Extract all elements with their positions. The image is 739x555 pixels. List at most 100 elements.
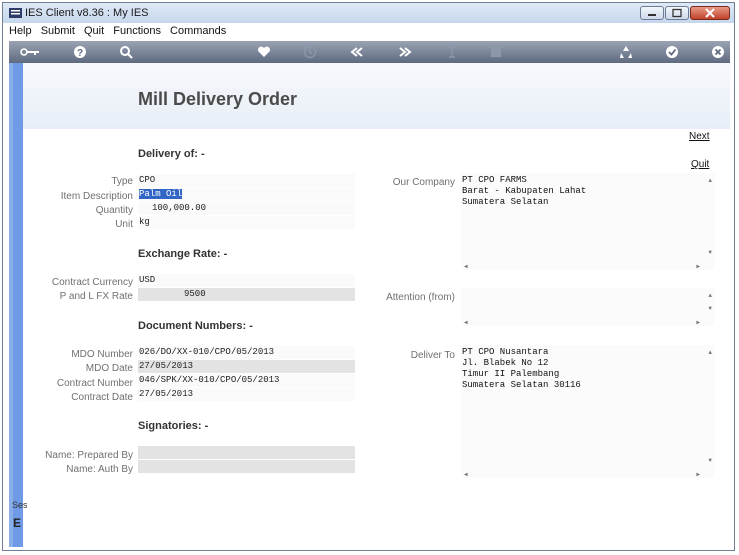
mdo-number-label: MDO Number — [71, 349, 133, 360]
quantity-label: Quantity — [95, 205, 133, 216]
deliver-line: Sumatera Selatan 30116 — [462, 380, 581, 390]
fast-forward-icon[interactable] — [397, 45, 413, 59]
mdo-number-value: 026/DO/XX-010/CPO/05/2013 — [139, 347, 275, 357]
item-description-label: Item Description — [60, 191, 133, 202]
mdo-date-value: 27/05/2013 — [139, 361, 194, 371]
scroll-down-icon[interactable]: ▼ — [708, 455, 712, 466]
deliver-to-label: Deliver To — [410, 350, 455, 361]
scroll-left-icon[interactable]: ◀ — [464, 469, 468, 480]
quantity-field[interactable]: 100,000.00 — [138, 202, 355, 215]
search-icon[interactable] — [119, 45, 133, 59]
fx-rate-field[interactable]: 9500 — [138, 288, 355, 301]
item-description-value: Palm Oil — [139, 189, 183, 199]
scroll-up-icon[interactable]: ▲ — [708, 347, 712, 358]
menu-quit[interactable]: Quit — [84, 23, 104, 37]
deliver-line: PT CPO Nusantara — [462, 347, 549, 357]
heart-icon[interactable] — [257, 45, 271, 59]
menu-help[interactable]: Help — [9, 23, 32, 37]
mdo-date-label: MDO Date — [85, 363, 133, 374]
company-hscroll[interactable]: ◀ ▶ — [461, 260, 703, 270]
toolbar: ? — [9, 41, 730, 63]
check-icon[interactable] — [665, 45, 679, 59]
deliver-hscroll[interactable]: ◀ ▶ — [461, 468, 703, 478]
menu-functions[interactable]: Functions — [113, 23, 161, 37]
section-document-numbers: Document Numbers: - — [138, 320, 253, 332]
scroll-down-icon[interactable]: ▼ — [708, 303, 712, 314]
scroll-right-icon[interactable]: ▶ — [696, 261, 700, 272]
attention-hscroll[interactable]: ◀ ▶ — [461, 316, 703, 326]
company-line: Barat - Kabupaten Lahat — [462, 186, 587, 196]
contract-date-value: 27/05/2013 — [139, 389, 194, 399]
attention-label: Attention (from) — [386, 292, 455, 303]
attention-textarea[interactable]: ▲ ▼ ◀ ▶ — [461, 288, 715, 326]
key-icon[interactable] — [19, 45, 41, 59]
contract-currency-value: USD — [139, 275, 156, 285]
deliver-line: Jl. Blabek No 12 — [462, 358, 549, 368]
maximize-icon — [672, 8, 682, 18]
stop-icon[interactable] — [489, 45, 503, 59]
our-company-textarea[interactable]: PT CPO FARMS Barat - Kabupaten Lahat Sum… — [461, 173, 715, 270]
help-icon[interactable]: ? — [73, 45, 87, 59]
recycle-icon[interactable] — [619, 45, 633, 59]
type-field[interactable]: CPO — [138, 174, 355, 187]
auth-by-field[interactable] — [138, 460, 355, 473]
unit-field[interactable]: kg — [138, 216, 355, 229]
prepared-by-field[interactable] — [138, 446, 355, 459]
quit-link[interactable]: Quit — [691, 159, 709, 170]
clock-icon[interactable] — [303, 45, 317, 59]
scroll-left-icon[interactable]: ◀ — [464, 261, 468, 272]
scroll-right-icon[interactable]: ▶ — [696, 317, 700, 328]
window-title: IES Client v8.36 : My IES — [25, 7, 149, 19]
scroll-down-icon[interactable]: ▼ — [708, 247, 712, 258]
contract-number-field[interactable]: 046/SPK/XX-010/CPO/05/2013 — [138, 374, 355, 387]
item-description-field[interactable]: Palm Oil — [138, 188, 355, 201]
menu-submit[interactable]: Submit — [41, 23, 75, 37]
maximize-button[interactable] — [665, 6, 689, 20]
company-line: PT CPO FARMS — [462, 175, 527, 185]
scroll-up-icon[interactable]: ▲ — [708, 175, 712, 186]
menu-commands[interactable]: Commands — [170, 23, 226, 37]
deliver-vscroll[interactable]: ▲ ▼ — [703, 345, 715, 468]
rewind-icon[interactable] — [349, 45, 365, 59]
menu-bar: Help Submit Quit Functions Commands — [3, 23, 734, 40]
text-cursor-icon[interactable] — [445, 45, 459, 59]
quantity-value: 100,000.00 — [152, 203, 207, 213]
deliver-line: Timur II Palembang — [462, 369, 560, 379]
type-value: CPO — [139, 175, 156, 185]
unit-label: Unit — [115, 219, 133, 230]
minimize-button[interactable] — [640, 6, 664, 20]
app-window: IES Client v8.36 : My IES Help Submit Qu… — [2, 2, 735, 551]
section-delivery: Delivery of: - — [138, 148, 205, 160]
title-bar: IES Client v8.36 : My IES — [3, 3, 734, 23]
prepared-by-label: Name: Prepared By — [45, 450, 133, 461]
company-vscroll[interactable]: ▲ ▼ — [703, 173, 715, 260]
contract-currency-label: Contract Currency — [51, 277, 133, 288]
page-title: Mill Delivery Order — [138, 89, 298, 109]
section-exchange-rate: Exchange Rate: - — [138, 248, 228, 260]
close-icon[interactable] — [711, 45, 725, 59]
form-content: Ses E Mill Delivery Order Next Quit Deli… — [9, 63, 730, 547]
unit-value: kg — [139, 217, 150, 227]
section-signatories: Signatories: - — [138, 420, 209, 432]
app-icon — [9, 8, 22, 18]
contract-date-label: Contract Date — [71, 392, 133, 403]
scroll-up-icon[interactable]: ▲ — [708, 290, 712, 301]
contract-currency-field[interactable]: USD — [138, 274, 355, 287]
contract-number-value: 046/SPK/XX-010/CPO/05/2013 — [139, 375, 280, 385]
contract-date-field[interactable]: 27/05/2013 — [138, 388, 355, 401]
next-link[interactable]: Next — [689, 131, 710, 142]
header-band — [23, 63, 730, 129]
attention-vscroll[interactable]: ▲ ▼ — [703, 288, 715, 316]
mdo-number-field[interactable]: 026/DO/XX-010/CPO/05/2013 — [138, 346, 355, 359]
session-label: Ses — [12, 500, 28, 510]
scroll-left-icon[interactable]: ◀ — [464, 317, 468, 328]
deliver-to-textarea[interactable]: PT CPO Nusantara Jl. Blabek No 12 Timur … — [461, 345, 715, 478]
window-close-icon — [705, 8, 715, 18]
session-glyph: E — [13, 516, 22, 530]
scroll-right-icon[interactable]: ▶ — [696, 469, 700, 480]
window-close-button[interactable] — [690, 6, 730, 20]
mdo-date-field[interactable]: 27/05/2013 — [138, 360, 355, 373]
fx-rate-label: P and L FX Rate — [59, 291, 133, 302]
contract-number-label: Contract Number — [56, 378, 133, 389]
svg-text:?: ? — [77, 48, 83, 59]
